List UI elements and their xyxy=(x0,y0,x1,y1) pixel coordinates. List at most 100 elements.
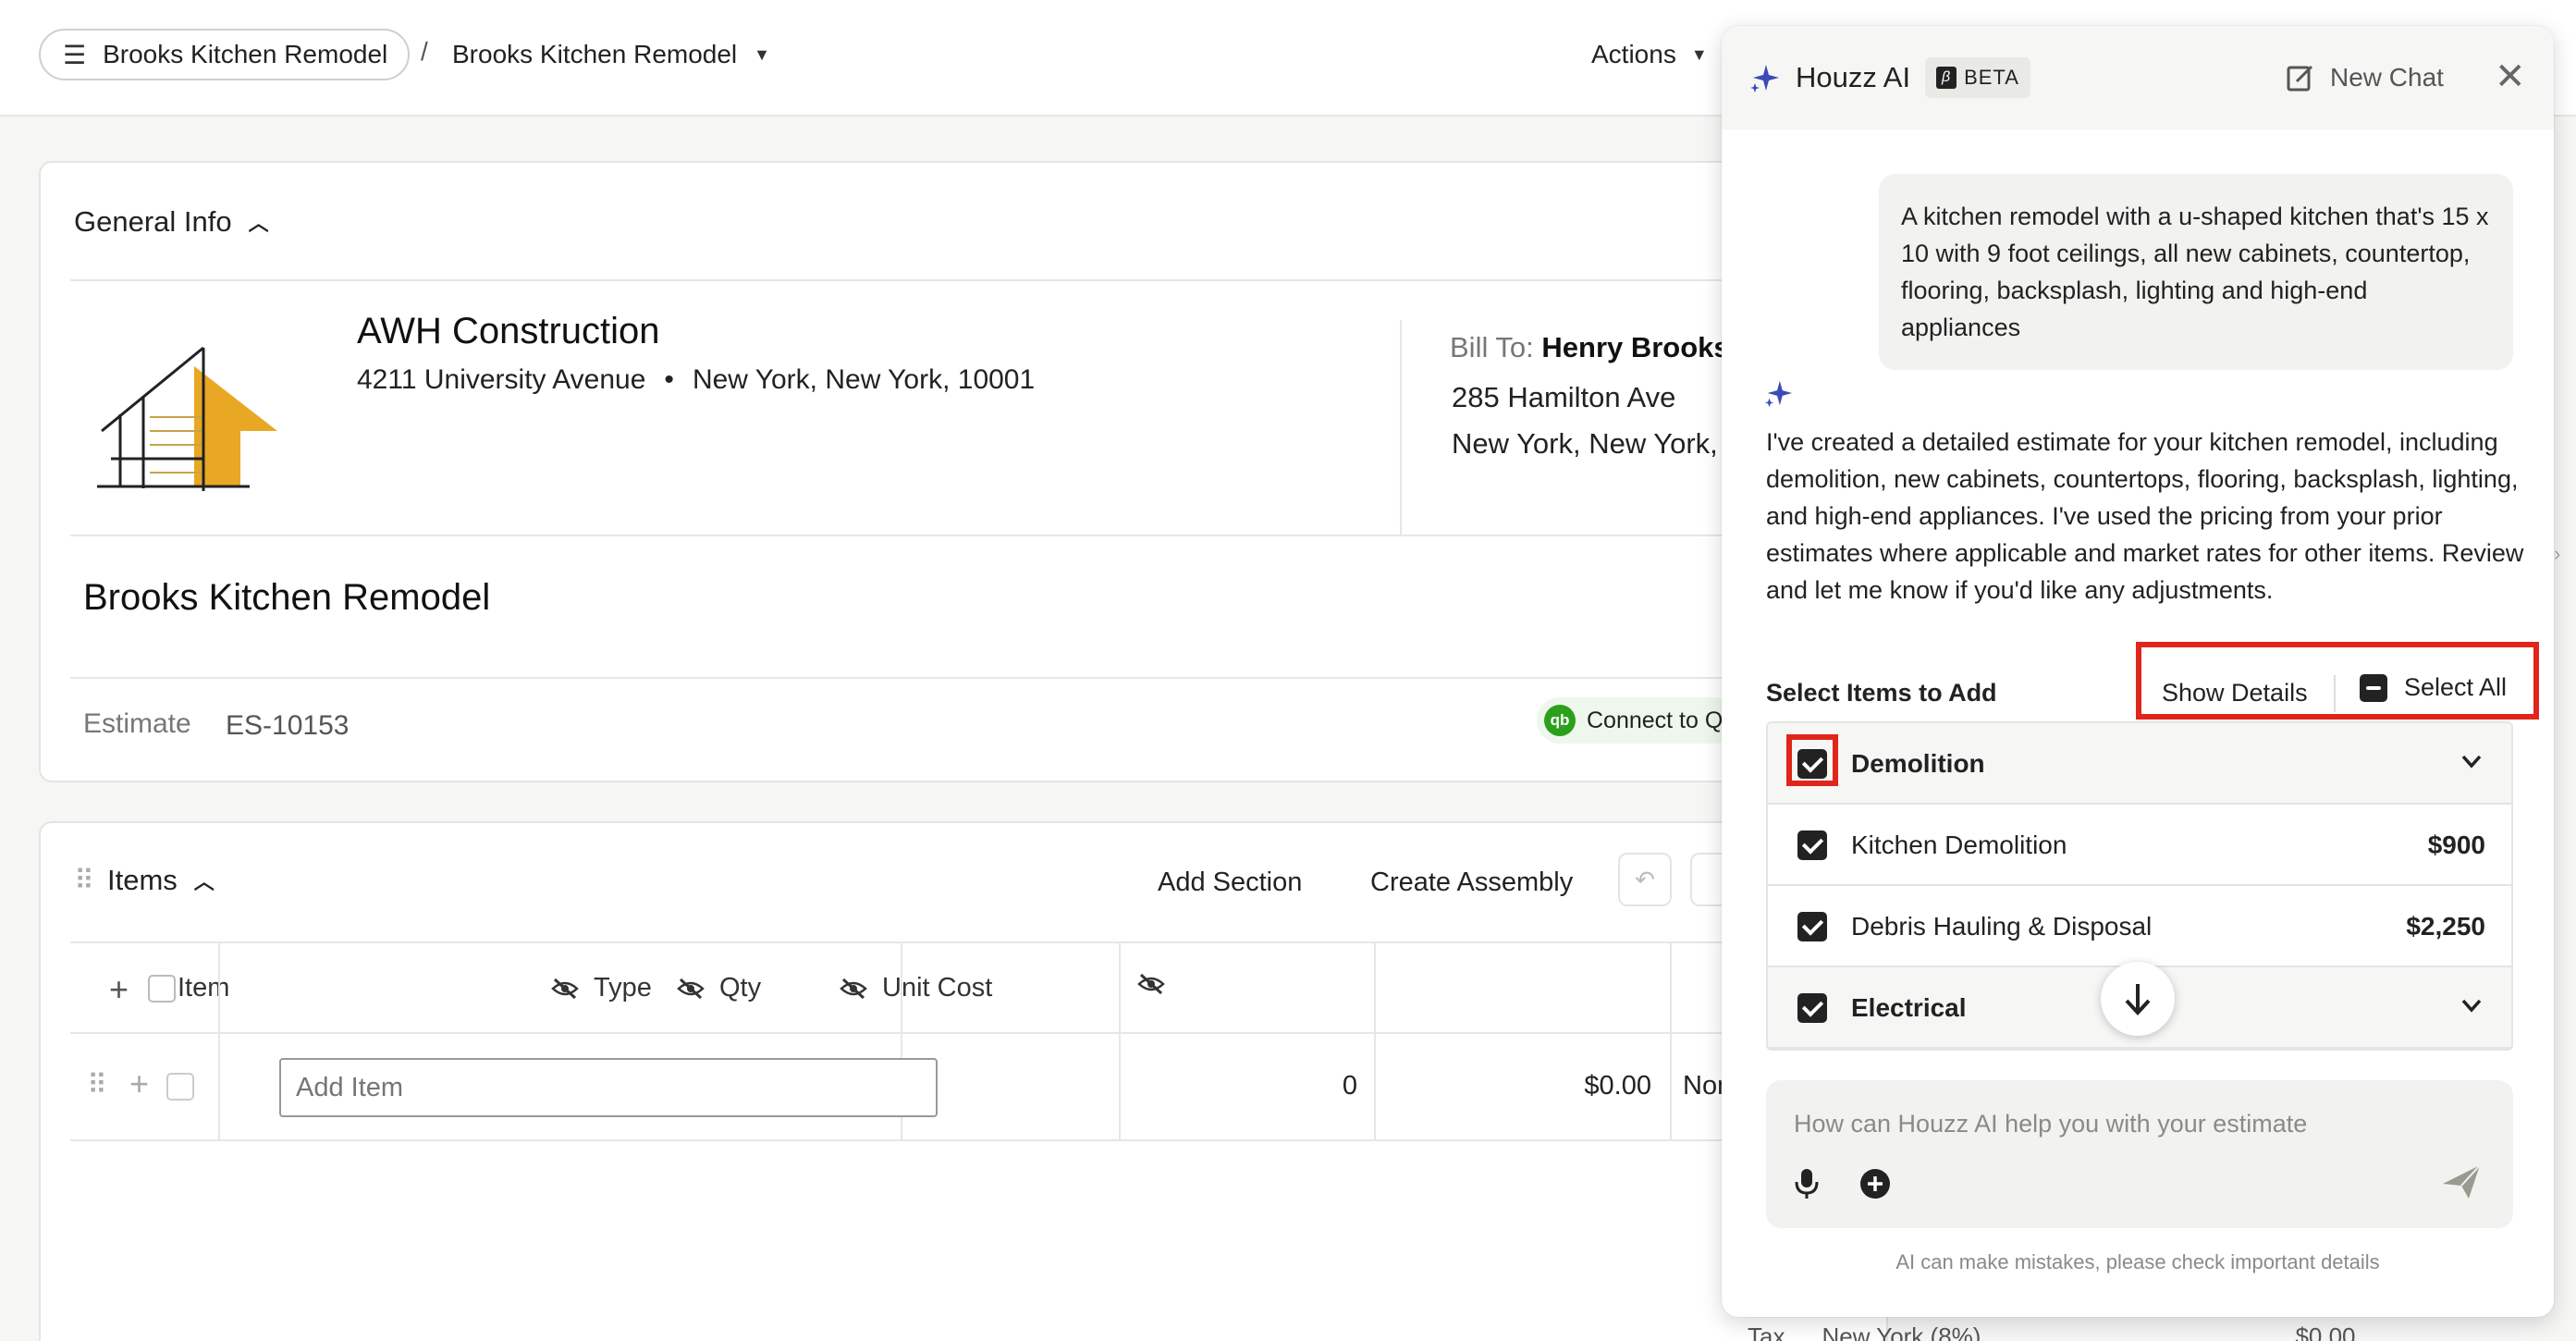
company-name: AWH Construction xyxy=(357,311,660,351)
company-address: 4211 University Avenue • New York, New Y… xyxy=(357,364,1035,396)
bill-to-label: Bill To: xyxy=(1450,331,1534,363)
add-attachment-icon[interactable] xyxy=(1858,1167,1892,1200)
beta-icon: β xyxy=(1936,67,1957,89)
new-chat-label: New Chat xyxy=(2330,63,2444,92)
ai-panel-header: Houzz AI β BETA New Chat ✕ xyxy=(1722,26,2554,129)
tax-value: New York (8%) xyxy=(1822,1323,1981,1341)
actions-label: Actions xyxy=(1591,40,1676,68)
checkbox-checked[interactable] xyxy=(1797,912,1827,941)
beta-label: BETA xyxy=(1964,66,2019,89)
ai-title-label: Houzz AI xyxy=(1796,61,1911,93)
list-item[interactable]: Demolition xyxy=(1768,723,2511,805)
bill-to: Bill To: Henry Brooks xyxy=(1450,331,1730,364)
ai-reply: I've created a detailed estimate for you… xyxy=(1766,428,2524,604)
general-info-title: General Info xyxy=(74,205,232,238)
eye-off-icon[interactable] xyxy=(677,978,705,1000)
ai-title: Houzz AI β BETA xyxy=(1748,57,2030,98)
beta-badge: β BETA xyxy=(1925,57,2030,98)
edit-icon xyxy=(2287,65,2313,92)
menu-icon: ☰ xyxy=(63,40,87,69)
create-assembly-button[interactable]: Create Assembly xyxy=(1370,867,1573,898)
arrow-down-icon xyxy=(2125,984,2151,1015)
address-bullet: • xyxy=(664,364,674,395)
actions-button[interactable]: Actions ▼ xyxy=(1591,29,1708,80)
list-item-label: Debris Hauling & Disposal xyxy=(1851,912,2153,941)
list-item-label: Kitchen Demolition xyxy=(1851,830,2067,859)
general-info-card: General Info ︿ AWH Construction 4211 Uni… xyxy=(39,161,1890,782)
select-all-button[interactable]: Select All xyxy=(2360,673,2507,702)
chevron-up-icon: ︿ xyxy=(248,212,269,235)
checkbox-checked[interactable] xyxy=(1797,830,1827,860)
tax-amount: $0.00 xyxy=(2295,1323,2356,1341)
connect-quickbooks-button[interactable]: qb Connect to Q xyxy=(1537,697,1738,744)
quickbooks-icon: qb xyxy=(1544,705,1576,736)
company-street: 4211 University Avenue xyxy=(357,364,646,395)
list-item[interactable]: Debris Hauling & Disposal $2,250 xyxy=(1768,886,2511,967)
chat-input[interactable] xyxy=(1794,1102,2478,1145)
microphone-icon[interactable] xyxy=(1794,1167,1820,1200)
column-header-next[interactable] xyxy=(1137,973,1165,995)
items-title: Items xyxy=(106,864,178,896)
chat-composer xyxy=(1766,1080,2513,1228)
select-all-rows-checkbox[interactable] xyxy=(148,975,176,1003)
items-toggle[interactable]: ⠿ Items ︿ xyxy=(74,864,215,897)
column-type-label: Type xyxy=(594,973,652,1003)
general-info-toggle[interactable]: General Info ︿ xyxy=(74,205,269,239)
highlight-box xyxy=(1786,734,1838,786)
eye-off-icon[interactable] xyxy=(840,978,867,1000)
unit-cost-cell[interactable]: $0.00 xyxy=(1374,1071,1651,1101)
column-header-unit-cost[interactable]: Unit Cost xyxy=(840,973,992,1003)
company-logo xyxy=(97,346,277,491)
breadcrumb-current[interactable]: Brooks Kitchen Remodel ▼ xyxy=(452,29,770,80)
eye-off-icon[interactable] xyxy=(1137,973,1165,995)
bill-to-address-line2: New York, New York, xyxy=(1452,427,1718,460)
add-row-icon[interactable]: + xyxy=(109,973,129,1006)
list-item-label: Demolition xyxy=(1851,749,1985,778)
send-icon[interactable] xyxy=(2441,1163,2482,1200)
chevron-down-icon[interactable] xyxy=(2458,991,2485,1019)
divider xyxy=(70,677,1890,679)
chevron-up-icon: ︿ xyxy=(193,870,215,893)
list-item-price: $900 xyxy=(2427,830,2485,859)
row-checkbox[interactable] xyxy=(166,1073,194,1101)
add-section-button[interactable]: Add Section xyxy=(1158,867,1302,898)
bill-to-name: Henry Brooks xyxy=(1541,331,1730,363)
add-item-input[interactable] xyxy=(279,1058,938,1117)
column-header-item[interactable]: Item xyxy=(178,973,229,1003)
list-item[interactable]: Kitchen Demolition $900 xyxy=(1768,805,2511,886)
caret-down-icon: ▼ xyxy=(754,44,770,64)
close-icon[interactable]: ✕ xyxy=(2495,55,2526,98)
items-card: ⠿ Items ︿ Add Section Create Assembly ↶ … xyxy=(39,821,1890,1341)
qty-cell[interactable]: 0 xyxy=(1119,1071,1357,1101)
row-drag-handle-icon[interactable]: ⠿ xyxy=(87,1069,107,1101)
table-header: + Item Type Qty Unit Cost xyxy=(70,941,1890,1034)
user-message: A kitchen remodel with a u-shaped kitche… xyxy=(1879,174,2513,370)
connect-label: Connect to Q xyxy=(1587,707,1723,733)
indeterminate-checkbox-icon[interactable] xyxy=(2360,673,2387,702)
undo-button[interactable]: ↶ xyxy=(1618,853,1672,906)
tax-row: Tax New York (8%) $0.00 xyxy=(1748,1323,2356,1341)
estimate-label: Estimate xyxy=(83,708,191,739)
project-menu-button[interactable]: ☰ Brooks Kitchen Remodel xyxy=(39,29,411,80)
project-pill-label: Brooks Kitchen Remodel xyxy=(103,40,388,68)
houzz-ai-panel: Houzz AI β BETA New Chat ✕ A kitchen rem… xyxy=(1722,26,2554,1317)
sparkle-icon xyxy=(1750,65,1779,92)
list-item-label: Electrical xyxy=(1851,993,1967,1022)
list-item-price: $2,250 xyxy=(2406,912,2485,941)
checkbox-checked[interactable] xyxy=(1797,993,1827,1023)
table-row: ⠿ + 0 $0.00 Non xyxy=(70,1034,1890,1141)
new-chat-button[interactable]: New Chat xyxy=(2286,63,2444,92)
column-header-type[interactable]: Type xyxy=(551,973,652,1003)
divider-vertical xyxy=(1400,320,1402,535)
ai-disclaimer: AI can make mistakes, please check impor… xyxy=(1895,1250,2380,1273)
add-row-icon[interactable]: + xyxy=(129,1067,149,1101)
scroll-down-button[interactable] xyxy=(2101,962,2175,1036)
drag-handle-icon[interactable]: ⠿ xyxy=(74,865,94,897)
show-details-button[interactable]: Show Details xyxy=(2162,679,2308,707)
company-city: New York, New York, 10001 xyxy=(692,364,1036,395)
chevron-down-icon[interactable] xyxy=(2458,747,2485,775)
column-header-qty[interactable]: Qty xyxy=(677,973,761,1003)
eye-off-icon[interactable] xyxy=(551,978,579,1000)
chevron-right-icon: › xyxy=(2554,542,2561,565)
breadcrumb-current-label: Brooks Kitchen Remodel xyxy=(452,40,738,68)
